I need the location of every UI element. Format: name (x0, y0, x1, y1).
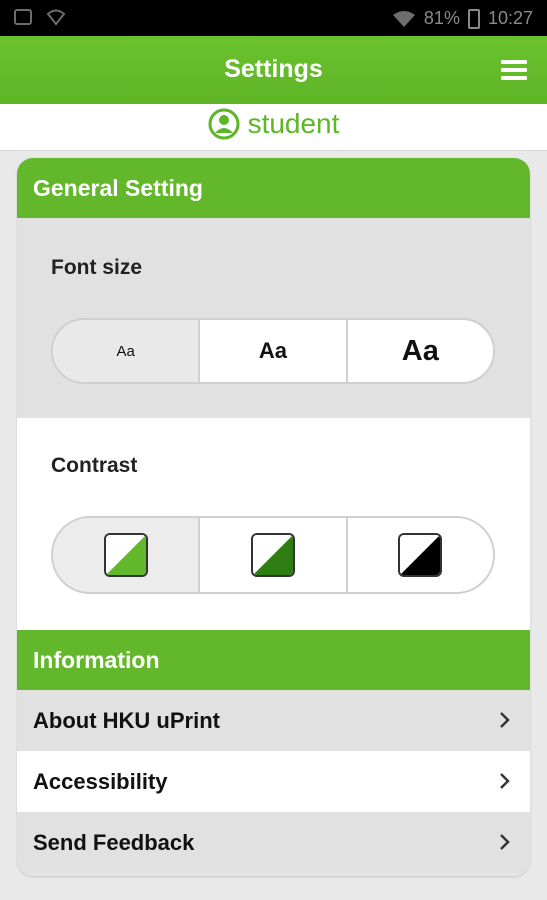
font-size-large-option[interactable]: Aa (347, 320, 493, 382)
menu-button[interactable] (501, 60, 527, 80)
contrast-light-green-option[interactable] (53, 518, 201, 592)
menu-icon (501, 60, 527, 64)
accessibility-row[interactable]: Accessibility (17, 751, 530, 812)
contrast-label: Contrast (51, 454, 138, 477)
font-size-small-option[interactable]: Aa (53, 320, 201, 382)
chevron-right-icon (500, 773, 510, 789)
user-bar: student (0, 104, 547, 151)
user-name: student (247, 108, 340, 139)
app-header: Settings (0, 36, 547, 104)
battery-percent: 81% (423, 8, 460, 28)
light-green-swatch-icon (103, 533, 148, 577)
settings-card: General Setting Font size Aa Aa Aa Contr… (17, 158, 530, 876)
font-size-selector: Aa Aa Aa (51, 318, 495, 384)
about-row[interactable]: About HKU uPrint (17, 690, 530, 751)
contrast-selector (51, 516, 495, 594)
information-title: Information (33, 647, 160, 673)
dark-green-swatch-icon (250, 533, 295, 577)
user-icon (208, 108, 240, 140)
contrast-black-option[interactable] (347, 518, 493, 592)
contrast-section: Contrast (17, 418, 530, 630)
accessibility-label: Accessibility (33, 768, 168, 794)
wifi-alert-icon (46, 9, 66, 26)
general-setting-header: General Setting (17, 158, 530, 218)
chevron-right-icon (500, 712, 510, 728)
status-bar: 81% 10:27 (0, 0, 547, 36)
information-header: Information (17, 630, 530, 690)
font-size-section: Font size Aa Aa Aa (17, 218, 530, 418)
contrast-dark-green-option[interactable] (200, 518, 348, 592)
font-size-medium-option[interactable]: Aa (200, 320, 348, 382)
font-size-label: Font size (51, 256, 143, 279)
black-swatch-icon (398, 533, 443, 577)
wifi-icon (392, 10, 415, 27)
send-feedback-label: Send Feedback (33, 829, 195, 855)
battery-icon (467, 8, 480, 29)
about-label: About HKU uPrint (33, 707, 220, 733)
page-title: Settings (224, 55, 323, 83)
send-feedback-row[interactable]: Send Feedback (17, 812, 530, 873)
chevron-right-icon (500, 834, 510, 850)
clock: 10:27 (487, 8, 533, 28)
notification-icon (14, 9, 32, 25)
general-setting-title: General Setting (33, 175, 203, 201)
